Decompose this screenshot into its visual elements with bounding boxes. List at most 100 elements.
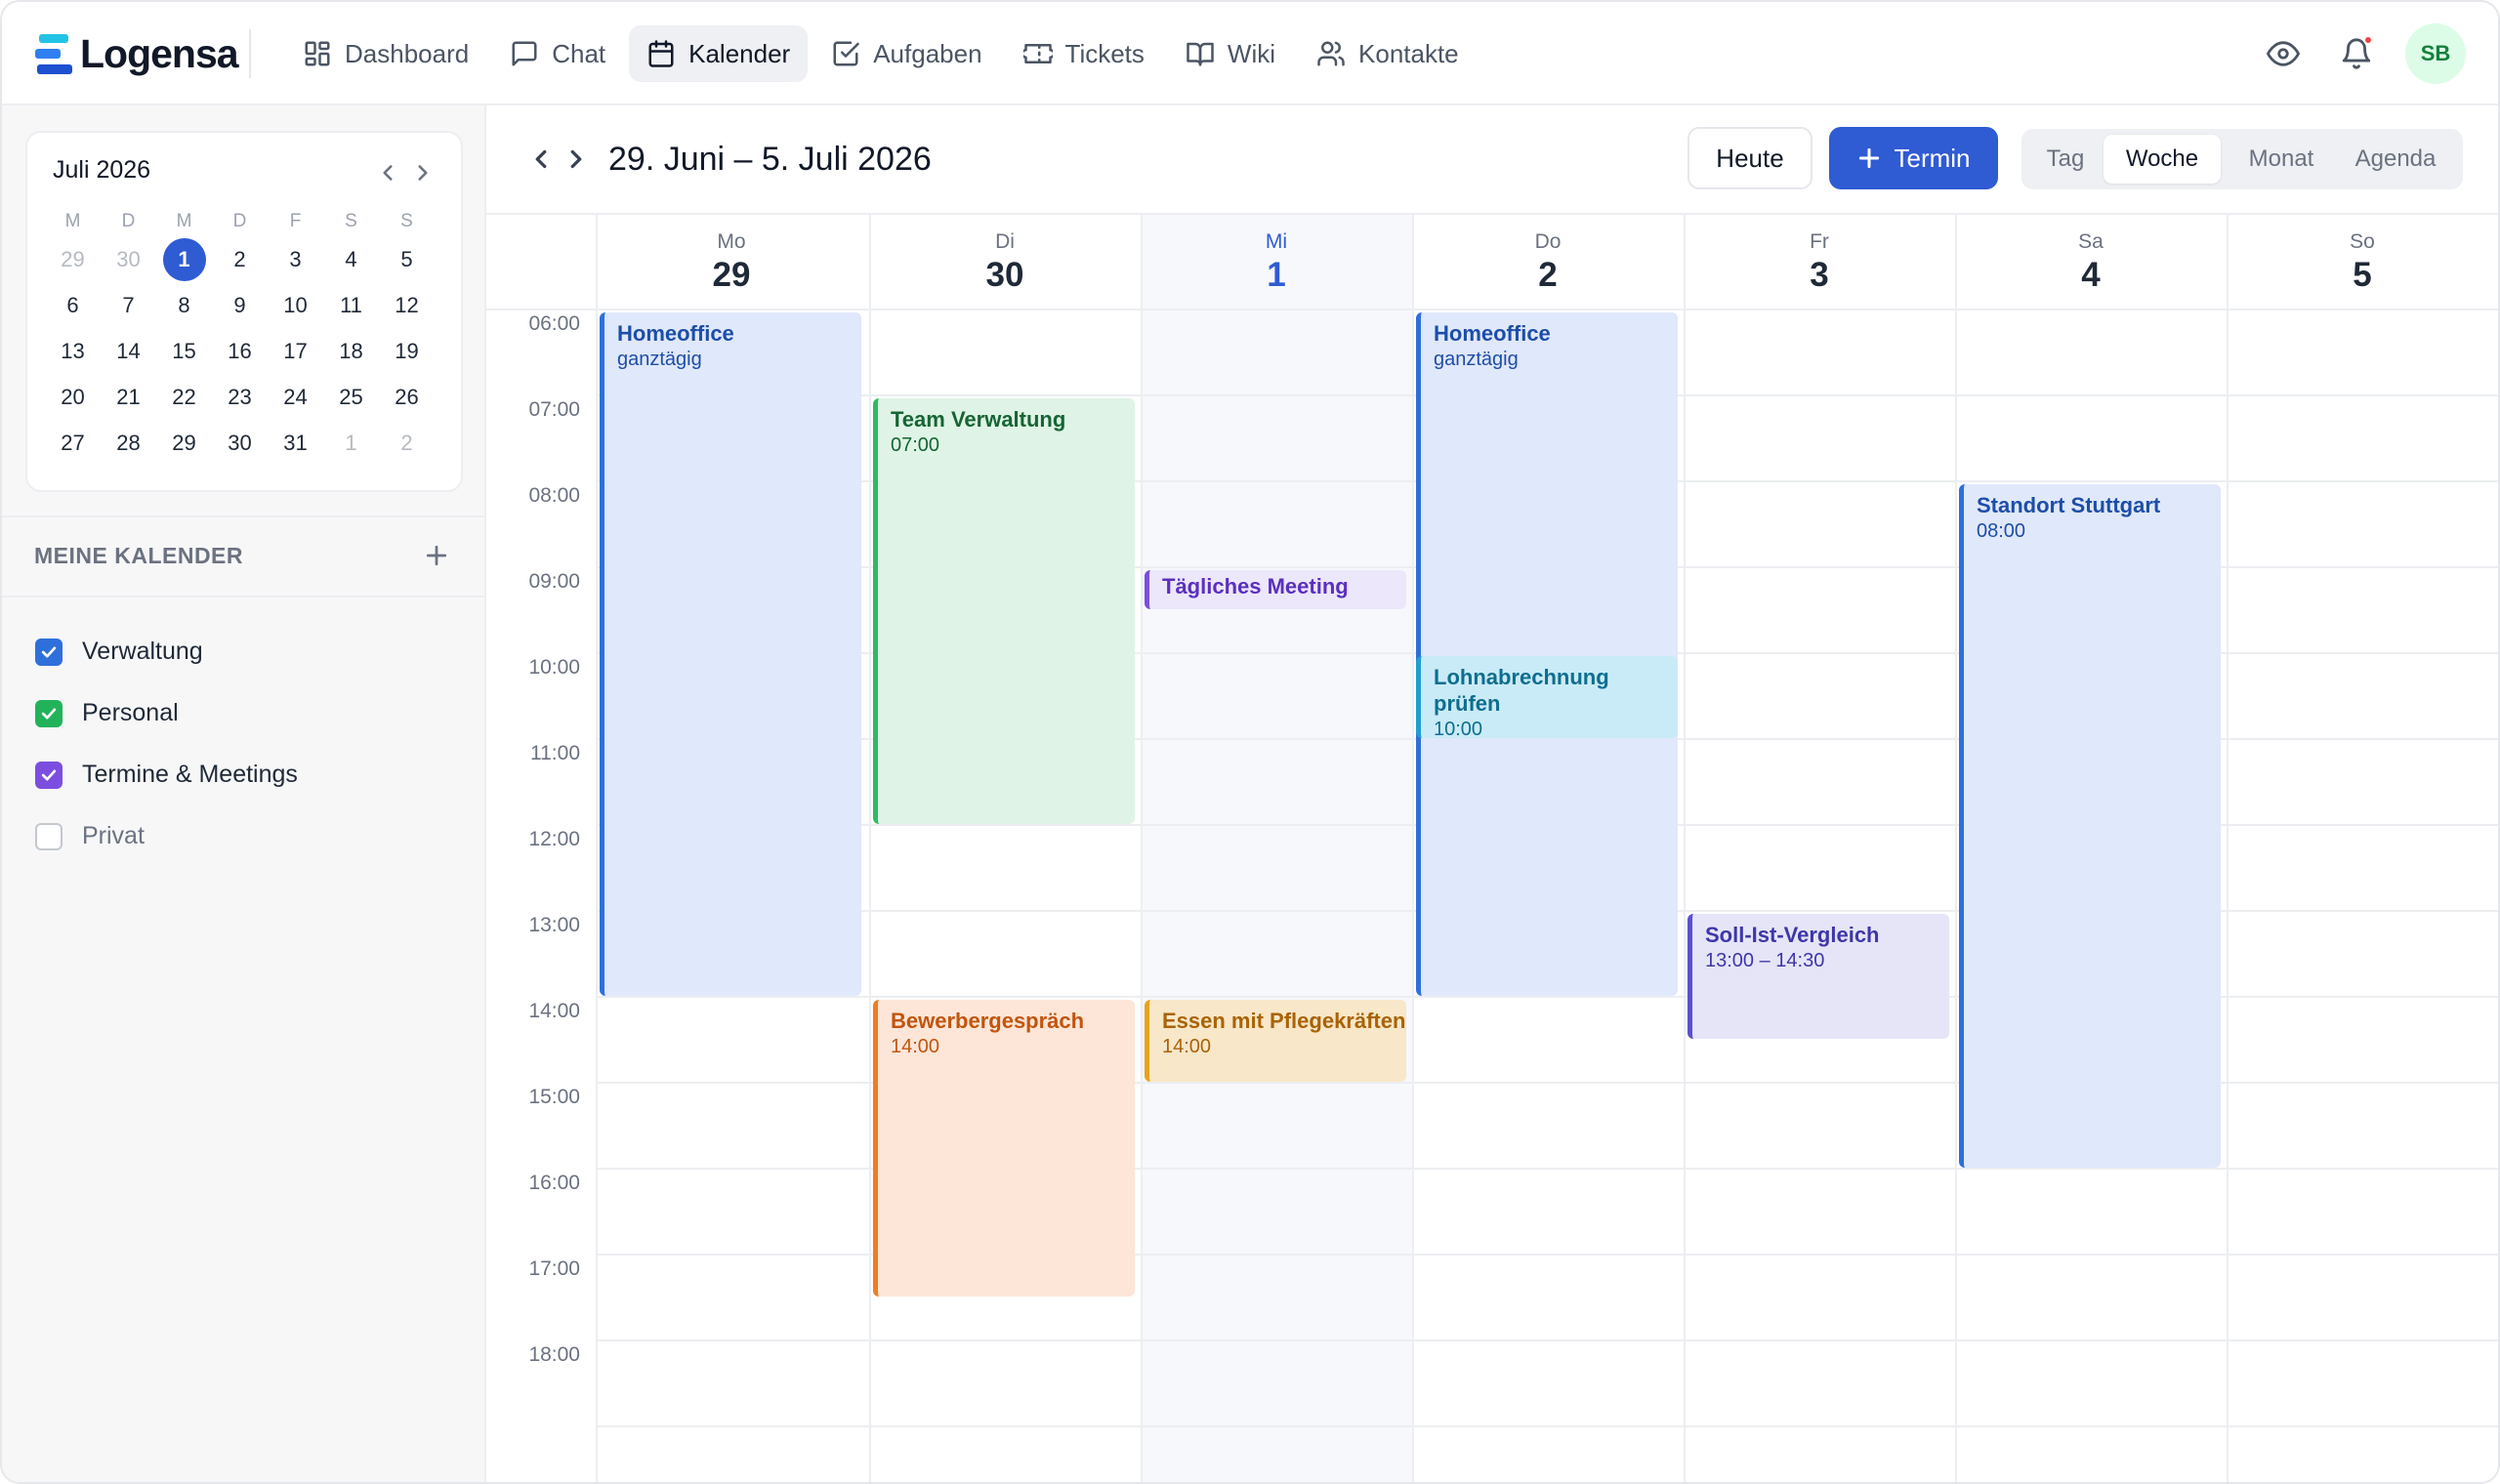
checkbox-checked[interactable] (35, 761, 62, 789)
event-card[interactable]: Soll-Ist-Vergleich 13:00 – 14:30 (1688, 914, 1949, 1039)
mini-calendar-day[interactable]: 21 (101, 374, 156, 420)
view-tab-woche[interactable]: Woche (2104, 135, 2221, 184)
mini-calendar-day[interactable]: 28 (101, 420, 156, 466)
new-appointment-button[interactable]: Termin (1829, 127, 1998, 189)
checkbox-unchecked[interactable] (35, 822, 62, 850)
prev-week-button[interactable] (526, 144, 556, 174)
nav-kalender[interactable]: Kalender (629, 25, 809, 82)
time-label: 06:00 (528, 312, 580, 335)
mini-calendar-day[interactable]: 6 (45, 282, 101, 328)
mini-calendar-day[interactable]: 27 (45, 420, 101, 466)
mini-calendar-day[interactable]: 17 (268, 328, 323, 374)
today-button[interactable]: Heute (1688, 127, 1812, 189)
event-card[interactable]: Team Verwaltung 07:00 (873, 398, 1135, 824)
nav-aufgaben[interactable]: Aufgaben (813, 25, 999, 82)
mini-calendar-next[interactable] (410, 160, 436, 186)
nav-chat[interactable]: Chat (492, 25, 623, 82)
day-header: Mi 1 (1141, 215, 1412, 309)
mini-calendar-day[interactable]: 3 (268, 236, 323, 282)
nav-tickets[interactable]: Tickets (1006, 25, 1162, 82)
mini-calendar-day[interactable]: 11 (323, 282, 379, 328)
day-header-weekday: Mo (717, 230, 746, 253)
next-week-button[interactable] (562, 144, 591, 174)
time-label: 14:00 (528, 1000, 580, 1022)
mini-calendar-day[interactable]: 14 (101, 328, 156, 374)
logo[interactable]: Logensa (35, 29, 239, 78)
mini-calendar-day[interactable]: 20 (45, 374, 101, 420)
mini-calendar-day[interactable]: 29 (156, 420, 212, 466)
view-tab-monat[interactable]: Monat (2230, 135, 2332, 184)
mini-calendar-day[interactable]: 1 (323, 420, 379, 466)
mini-calendar-day[interactable]: 19 (379, 328, 435, 374)
mini-calendar-day[interactable]: 12 (379, 282, 435, 328)
mini-calendar-day[interactable]: 25 (323, 374, 379, 420)
event-card[interactable]: Lohnabrechnung prüfen 10:00 (1416, 656, 1678, 738)
task-check-icon (833, 41, 859, 66)
mini-calendar-day-number: 18 (339, 338, 363, 363)
mini-calendar-day[interactable]: 24 (268, 374, 323, 420)
visibility-toggle[interactable] (2267, 37, 2300, 70)
calendar-item-2[interactable]: Personal (35, 682, 298, 744)
event-card[interactable]: Homeoffice ganztägig (1416, 312, 1678, 996)
mini-calendar-day[interactable]: 2 (379, 420, 435, 466)
mini-calendar-day[interactable]: 2 (212, 236, 268, 282)
mini-calendar-day[interactable]: 9 (212, 282, 268, 328)
mini-calendar-day-number: 2 (400, 430, 413, 455)
view-tab-tag[interactable]: Tag (2031, 135, 2100, 184)
calendar-item-1[interactable]: Verwaltung (35, 621, 298, 682)
mini-calendar-day-number: 16 (228, 338, 252, 363)
avatar[interactable]: SB (2405, 23, 2466, 84)
mini-calendar-day[interactable]: 7 (101, 282, 156, 328)
mini-calendar-day[interactable]: 8 (156, 282, 212, 328)
mini-calendar-day-number: 12 (395, 292, 419, 317)
mini-calendar-day[interactable]: 4 (323, 236, 379, 282)
checkbox-checked[interactable] (35, 699, 62, 727)
mini-calendar-day[interactable]: 15 (156, 328, 212, 374)
mini-calendar-grid: M D M D F S S 29 30 1 2 3 4 5 6 7 8 9 10 11 12 13 14 15 16 17 18 19… (45, 207, 436, 466)
checkbox-checked[interactable] (35, 638, 62, 666)
new-appointment-label: Termin (1894, 143, 1971, 173)
mini-calendar-day[interactable]: 16 (212, 328, 268, 374)
view-tab-agenda[interactable]: Agenda (2338, 135, 2453, 184)
mini-calendar-day-number: 25 (339, 384, 363, 409)
mini-calendar-day[interactable]: 23 (212, 374, 268, 420)
mini-calendar-day[interactable]: 26 (379, 374, 435, 420)
mini-calendar-day-number: 11 (340, 292, 362, 317)
event-card[interactable]: Standort Stuttgart 08:00 (1959, 484, 2221, 1168)
column-divider (2227, 215, 2229, 1482)
mini-calendar-day[interactable]: 31 (268, 420, 323, 466)
mini-calendar-day[interactable]: 1 (156, 236, 212, 282)
add-calendar-button[interactable] (422, 541, 451, 570)
mini-calendar-day-number: 21 (116, 384, 141, 409)
time-label: 18:00 (528, 1343, 580, 1366)
nav-dashboard[interactable]: Dashboard (285, 25, 486, 82)
today-column-highlight (1141, 215, 1412, 1482)
calendar-item-3[interactable]: Termine & Meetings (35, 744, 298, 805)
mini-calendar-prev[interactable] (375, 160, 400, 186)
time-label: 16:00 (528, 1172, 580, 1194)
mini-calendar-day[interactable]: 30 (101, 236, 156, 282)
calendar-item-4[interactable]: Privat (35, 805, 298, 867)
event-card[interactable]: Tägliches Meeting (1145, 570, 1406, 609)
mini-calendar-day[interactable]: 18 (323, 328, 379, 374)
mini-calendar-day[interactable]: 10 (268, 282, 323, 328)
mini-calendar-day[interactable]: 5 (379, 236, 435, 282)
header-divider (486, 309, 2498, 310)
mini-calendar-day-number: 1 (162, 237, 206, 281)
notifications-button[interactable] (2340, 35, 2373, 70)
event-card[interactable]: Homeoffice ganztägig (600, 312, 861, 996)
event-card[interactable]: Essen mit Pflegekräften 14:00 (1145, 1000, 1406, 1082)
nav-kontakte[interactable]: Kontakte (1299, 25, 1477, 82)
event-card[interactable]: Bewerbergespräch 14:00 (873, 1000, 1135, 1297)
mini-calendar-day[interactable]: 22 (156, 374, 212, 420)
column-divider (1955, 215, 1957, 1482)
nav-wiki[interactable]: Wiki (1168, 25, 1293, 82)
mini-weekday-label: S (400, 211, 413, 231)
event-title: Homeoffice (1434, 321, 1551, 346)
plus-icon (426, 545, 447, 566)
mini-calendar-day[interactable]: 29 (45, 236, 101, 282)
mini-calendar-day[interactable]: 13 (45, 328, 101, 374)
mini-calendar-day[interactable]: 30 (212, 420, 268, 466)
mini-calendar-day-number: 20 (61, 384, 85, 409)
event-time: 07:00 (891, 434, 940, 456)
